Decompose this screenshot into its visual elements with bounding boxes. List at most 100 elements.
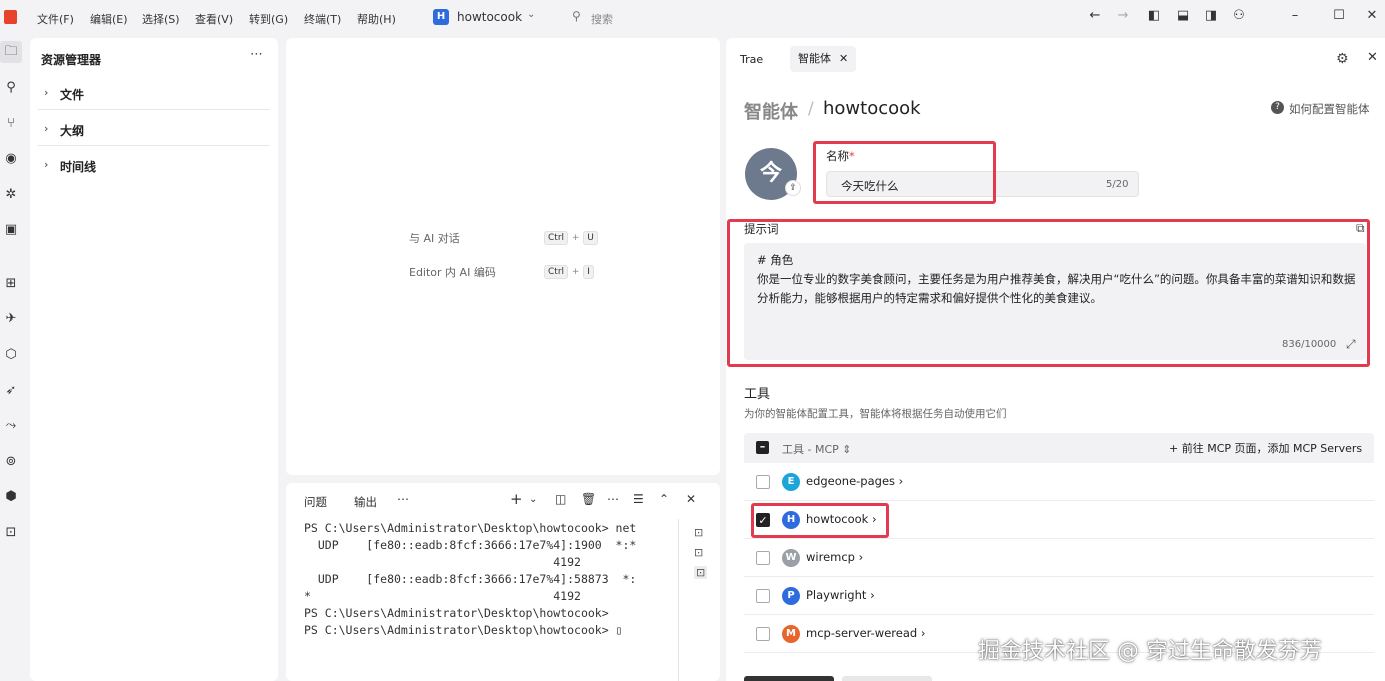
name-char-count: 5/20 bbox=[1106, 179, 1129, 190]
tool-row[interactable]: P Playwright › bbox=[744, 577, 1374, 615]
tool-name[interactable]: mcp-server-weread › bbox=[806, 626, 925, 640]
save-button[interactable] bbox=[744, 676, 834, 681]
terminal-list-divider bbox=[678, 519, 679, 681]
new-terminal-icon[interactable]: + bbox=[510, 490, 523, 508]
hex-icon[interactable]: ⬢ bbox=[0, 486, 22, 508]
add-mcp-link[interactable]: + 前往 MCP 页面，添加 MCP Servers bbox=[1169, 440, 1362, 456]
cancel-button[interactable] bbox=[842, 676, 932, 681]
gear-icon[interactable]: ⚙ bbox=[1336, 51, 1349, 67]
minimize-icon[interactable]: – bbox=[1287, 8, 1303, 24]
account-icon[interactable]: ⚇ bbox=[1231, 8, 1247, 24]
menu-view[interactable]: 查看(V) bbox=[195, 11, 233, 27]
app-logo bbox=[4, 10, 17, 24]
more-icon[interactable]: ⋯ bbox=[397, 492, 409, 506]
menu-select[interactable]: 选择(S) bbox=[142, 11, 180, 27]
project-name[interactable]: howtocook bbox=[457, 10, 522, 24]
menu-help[interactable]: 帮助(H) bbox=[357, 11, 396, 27]
chevron-down-icon[interactable]: ⌄ bbox=[529, 494, 537, 505]
search-icon[interactable]: ⚲ bbox=[572, 9, 581, 23]
chevron-down-icon[interactable]: ⌄ bbox=[527, 9, 535, 20]
tool-name[interactable]: edgeone-pages › bbox=[806, 474, 903, 488]
maximize-icon[interactable]: ☐ bbox=[1331, 8, 1347, 24]
select-all-checkbox[interactable]: – bbox=[756, 441, 769, 454]
menu-file[interactable]: 文件(F) bbox=[37, 11, 74, 27]
forward-arrow-icon[interactable]: → bbox=[1115, 8, 1131, 24]
extensions-icon[interactable]: ⊞ bbox=[0, 273, 22, 295]
robot-icon[interactable]: ⊚ bbox=[0, 451, 22, 473]
explorer-icon[interactable]: 🗀 bbox=[0, 41, 22, 63]
key: I bbox=[583, 265, 594, 279]
tools-header: – 工具 - MCP ⇕ + 前往 MCP 页面，添加 MCP Servers bbox=[744, 433, 1374, 463]
key: U bbox=[583, 231, 598, 245]
editor-welcome: 与 AI 对话 Ctrl + U Editor 内 AI 编码 Ctrl + I bbox=[286, 38, 720, 475]
more-icon[interactable]: ⋯ bbox=[250, 47, 263, 62]
upload-icon[interactable]: ⇪ bbox=[785, 180, 801, 196]
help-link[interactable]: 如何配置智能体 bbox=[1289, 101, 1370, 117]
menu-edit[interactable]: 编辑(E) bbox=[90, 11, 128, 27]
terminal-instance-icon[interactable]: ⊡ bbox=[694, 526, 703, 539]
tools-description: 为你的智能体配置工具，智能体将根据任务自动使用它们 bbox=[744, 408, 1007, 420]
tools-title: 工具 bbox=[744, 387, 771, 402]
explorer-section-outline[interactable]: › 大纲 bbox=[38, 112, 270, 146]
terminal-instance-icon[interactable]: ⊡ bbox=[694, 546, 703, 559]
remote-explorer-icon[interactable]: ⊡ bbox=[0, 522, 22, 544]
explorer-section-label: 大纲 bbox=[60, 124, 85, 138]
tool-row[interactable]: E edgeone-pages › bbox=[744, 463, 1374, 501]
tool-checkbox[interactable] bbox=[756, 589, 770, 603]
explorer-panel: 资源管理器 ⋯ › 文件 › 大纲 › 时间线 bbox=[30, 38, 278, 681]
tool-checkbox[interactable] bbox=[756, 627, 770, 641]
close-icon[interactable]: ✕ bbox=[1367, 50, 1378, 65]
watermark: 掘金技术社区 @ 穿过生命散发芬芳 bbox=[978, 639, 1322, 664]
tab-agent[interactable]: 智能体 ✕ bbox=[790, 46, 857, 72]
bird-icon[interactable]: ⤳ bbox=[0, 415, 22, 437]
agent-panel: Trae 智能体 ✕ ⚙ ✕ 智能体 / howtocook ? 如何配置智能体 … bbox=[726, 38, 1385, 681]
tab-output[interactable]: 输出 bbox=[354, 494, 377, 510]
tab-problems[interactable]: 问题 bbox=[304, 494, 327, 510]
back-arrow-icon[interactable]: ← bbox=[1087, 8, 1103, 24]
deploy-icon[interactable]: ✈ bbox=[0, 308, 22, 330]
remote-monitor-icon[interactable]: ▣ bbox=[0, 219, 22, 241]
highlight-box bbox=[751, 503, 889, 538]
title-bar: 文件(F) 编辑(E) 选择(S) 查看(V) 转到(G) 终端(T) 帮助(H… bbox=[0, 0, 1385, 36]
search-input[interactable]: 搜索 bbox=[591, 11, 613, 27]
trash-icon[interactable]: 🗑 bbox=[581, 492, 596, 506]
source-control-icon[interactable]: ⑂ bbox=[0, 113, 22, 135]
menu-terminal[interactable]: 终端(T) bbox=[304, 11, 341, 27]
help-icon[interactable]: ? bbox=[1271, 101, 1284, 114]
highlight-box bbox=[727, 219, 1370, 367]
breadcrumb-root[interactable]: 智能体 bbox=[744, 98, 798, 124]
project-badge[interactable]: H bbox=[433, 9, 449, 25]
toggle-left-panel-icon[interactable]: ◧ bbox=[1146, 8, 1162, 24]
tool-checkbox[interactable] bbox=[756, 551, 770, 565]
chevron-right-icon: › bbox=[44, 158, 49, 171]
menu-goto[interactable]: 转到(G) bbox=[249, 11, 288, 27]
split-icon[interactable]: ◫ bbox=[555, 492, 566, 506]
run-watch-icon[interactable]: ◉ bbox=[0, 148, 22, 170]
tool-name[interactable]: Playwright › bbox=[806, 588, 875, 602]
terminal-output[interactable]: PS C:\Users\Administrator\Desktop\howtoc… bbox=[304, 520, 636, 639]
toggle-right-panel-icon[interactable]: ◨ bbox=[1203, 8, 1219, 24]
package-icon[interactable]: ⬡ bbox=[0, 344, 22, 366]
tool-checkbox[interactable] bbox=[756, 475, 770, 489]
close-icon[interactable]: ✕ bbox=[839, 52, 848, 65]
toggle-bottom-panel-icon[interactable]: ⬓ bbox=[1175, 8, 1191, 24]
explorer-section-label: 时间线 bbox=[60, 160, 97, 174]
window-close-icon[interactable]: ✕ bbox=[1364, 8, 1380, 24]
explorer-section-files[interactable]: › 文件 bbox=[38, 76, 270, 110]
search-icon[interactable]: ⚲ bbox=[0, 77, 22, 99]
tab-trae[interactable]: Trae bbox=[740, 53, 763, 66]
tool-name[interactable]: wiremcp › bbox=[806, 550, 863, 564]
tool-icon: P bbox=[782, 587, 800, 605]
close-icon[interactable]: ✕ bbox=[686, 492, 696, 506]
hint-inline-label: Editor 内 AI 编码 bbox=[409, 266, 496, 279]
explorer-section-timeline[interactable]: › 时间线 bbox=[38, 148, 270, 182]
terminal-instance-icon[interactable]: ⊡ bbox=[694, 566, 708, 579]
chevron-up-icon[interactable]: ⌃ bbox=[659, 492, 669, 506]
chevron-right-icon: › bbox=[44, 86, 49, 99]
debug-icon[interactable]: ✲ bbox=[0, 184, 22, 206]
tool-row[interactable]: W wiremcp › bbox=[744, 539, 1374, 577]
tools-sort-label[interactable]: 工具 - MCP ⇕ bbox=[782, 441, 851, 457]
settings-sliders-icon[interactable]: ☰ bbox=[633, 492, 644, 506]
more-icon[interactable]: ⋯ bbox=[607, 492, 619, 506]
rocket-icon[interactable]: ➶ bbox=[0, 380, 22, 402]
